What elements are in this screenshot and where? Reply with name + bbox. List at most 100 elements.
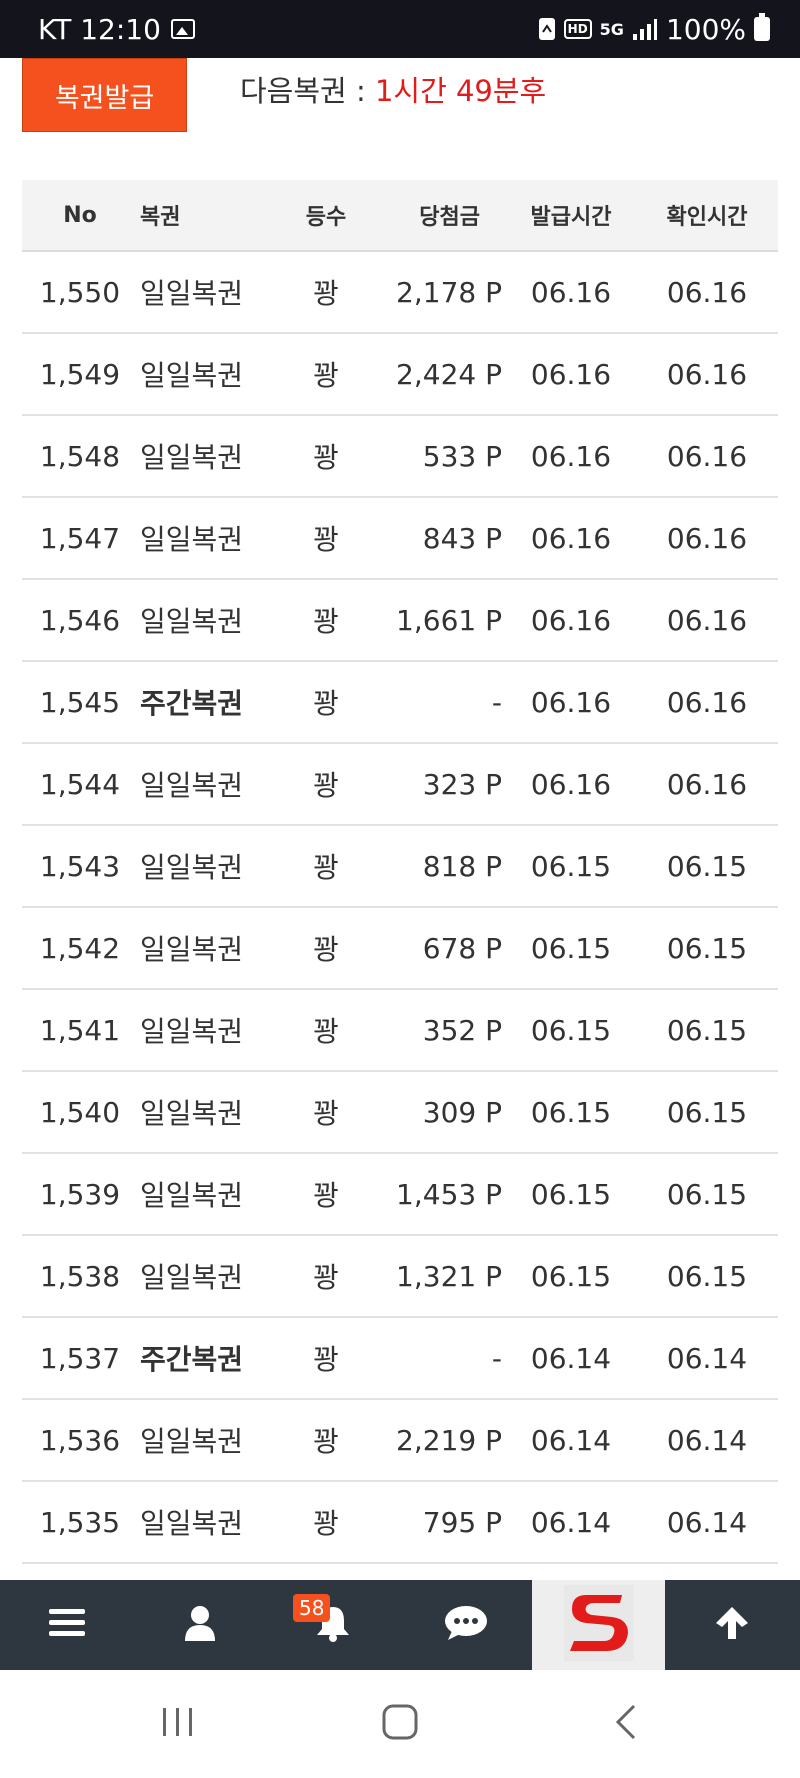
cell-prize: 2,424 P [396,357,502,391]
profile-button[interactable] [133,1580,266,1670]
user-icon [184,1605,216,1645]
cell-rank: 꽝 [313,933,339,966]
site-logo-button[interactable] [532,1580,665,1670]
cell-no: 1,545 [39,685,121,719]
cell-prize: 2,178 P [396,275,502,309]
scroll-top-button[interactable] [665,1580,798,1670]
cell-prize: 678 P [422,931,502,965]
cell-issued-time: 06.15 [530,1013,612,1047]
cell-no: 1,536 [39,1423,121,1457]
cell-prize: 352 P [422,1013,502,1047]
cell-checked-time: 06.15 [666,1013,748,1047]
cell-issued-time: 06.15 [530,931,612,965]
recent-apps-icon [161,1705,195,1743]
header-rank: 등수 [305,205,347,230]
cell-checked-time: 06.16 [666,521,748,555]
status-bar: KT 12:10 HD 5G 100% [0,0,800,58]
cell-type: 일일복권 [140,1507,244,1540]
cell-checked-time: 06.14 [666,1341,748,1375]
status-bar-right: HD 5G 100% [538,0,770,58]
table-row: 1,540 일일복권 꽝 309 P 06.15 06.15 [22,1072,778,1154]
next-lottery-countdown: 1시간 49분후 [374,74,547,108]
back-button[interactable] [566,1670,686,1778]
header-type: 복권 [140,205,181,230]
cell-issued-time: 06.16 [530,275,612,309]
cell-no: 1,543 [39,849,121,883]
table-row: 1,541 일일복권 꽝 352 P 06.15 06.15 [22,990,778,1072]
cell-rank: 꽝 [313,851,339,884]
cell-no: 1,548 [39,439,121,473]
cell-issued-time: 06.14 [530,1341,612,1375]
notifications-button[interactable]: 58 [266,1580,399,1670]
battery-icon [754,13,770,41]
table-row: 1,547 일일복권 꽝 843 P 06.16 06.16 [22,498,778,580]
carrier-time: KT 12:10 [38,12,161,46]
cell-rank: 꽝 [313,687,339,720]
cell-rank: 꽝 [313,1343,339,1376]
cell-issued-time: 06.14 [530,1505,612,1539]
issue-lottery-button[interactable]: 복권발급 [22,58,187,132]
bottom-nav: 58 [0,1580,800,1670]
cell-prize: 818 P [422,849,502,883]
cell-no: 1,544 [39,767,121,801]
table-row: 1,548 일일복권 꽝 533 P 06.16 06.16 [22,416,778,498]
cell-issued-time: 06.16 [530,685,612,719]
recent-apps-button[interactable] [118,1670,238,1778]
cell-no: 1,550 [39,275,121,309]
cell-rank: 꽝 [313,1425,339,1458]
table-row: 1,544 일일복권 꽝 323 P 06.16 06.16 [22,744,778,826]
cell-type: 일일복권 [140,277,244,310]
header-prize: 당첨금 [419,205,480,230]
cell-checked-time: 06.15 [666,1095,748,1129]
cell-no: 1,540 [39,1095,121,1129]
cell-issued-time: 06.15 [530,1095,612,1129]
cell-checked-time: 06.15 [666,1259,748,1293]
table-row: 1,537 주간복권 꽝 -06.14 06.14 [22,1318,778,1400]
cell-rank: 꽝 [313,1261,339,1294]
table-row: 1,549 일일복권 꽝 2,424 P 06.16 06.16 [22,334,778,416]
cell-issued-time: 06.14 [530,1423,612,1457]
cell-type: 일일복권 [140,933,244,966]
menu-button[interactable] [0,1580,133,1670]
cell-no: 1,535 [39,1505,121,1539]
table-row: 1,538 일일복권 꽝 1,321 P 06.15 06.15 [22,1236,778,1318]
cell-prize: 2,219 P [396,1423,502,1457]
table-row: 1,535 일일복권 꽝 795 P 06.14 06.14 [22,1482,778,1564]
chat-button[interactable] [399,1580,532,1670]
sync-icon [538,17,556,41]
cell-rank: 꽝 [313,1507,339,1540]
cell-checked-time: 06.15 [666,1177,748,1211]
cell-prize: 843 P [422,521,502,555]
cell-issued-time: 06.16 [530,603,612,637]
table-header: No 복권 등수 당첨금 발급시간 확인시간 [22,180,778,252]
cell-checked-time: 06.16 [666,603,748,637]
table-row: 1,543 일일복권 꽝 818 P 06.15 06.15 [22,826,778,908]
site-logo [563,1585,634,1665]
cell-no: 1,537 [39,1341,121,1375]
chat-icon [444,1605,488,1645]
table-row: 1,550 일일복권 꽝 2,178 P 06.16 06.16 [22,252,778,334]
cell-checked-time: 06.16 [666,767,748,801]
table-row: 1,545 주간복권 꽝 -06.16 06.16 [22,662,778,744]
cell-checked-time: 06.15 [666,849,748,883]
cell-no: 1,539 [39,1177,121,1211]
cell-type: 일일복권 [140,769,244,802]
cell-type: 주간복권 [140,1343,244,1376]
back-icon [614,1704,638,1744]
table-row: 1,546 일일복권 꽝 1,661 P 06.16 06.16 [22,580,778,662]
cell-prize: 795 P [422,1505,502,1539]
cell-no: 1,538 [39,1259,121,1293]
cell-type: 일일복권 [140,1261,244,1294]
cell-rank: 꽝 [313,769,339,802]
home-button[interactable] [340,1670,460,1778]
cell-issued-time: 06.16 [530,521,612,555]
home-icon [382,1704,418,1744]
arrow-up-icon [714,1605,750,1645]
table-body: 1,550 일일복권 꽝 2,178 P 06.16 06.16 1,549 일일복권 꽝 2,4… [22,252,778,1564]
cell-type: 일일복권 [140,1179,244,1212]
cell-no: 1,546 [39,603,121,637]
cell-rank: 꽝 [313,1097,339,1130]
menu-icon [48,1608,85,1642]
cell-checked-time: 06.14 [666,1423,748,1457]
cell-type: 일일복권 [140,1097,244,1130]
